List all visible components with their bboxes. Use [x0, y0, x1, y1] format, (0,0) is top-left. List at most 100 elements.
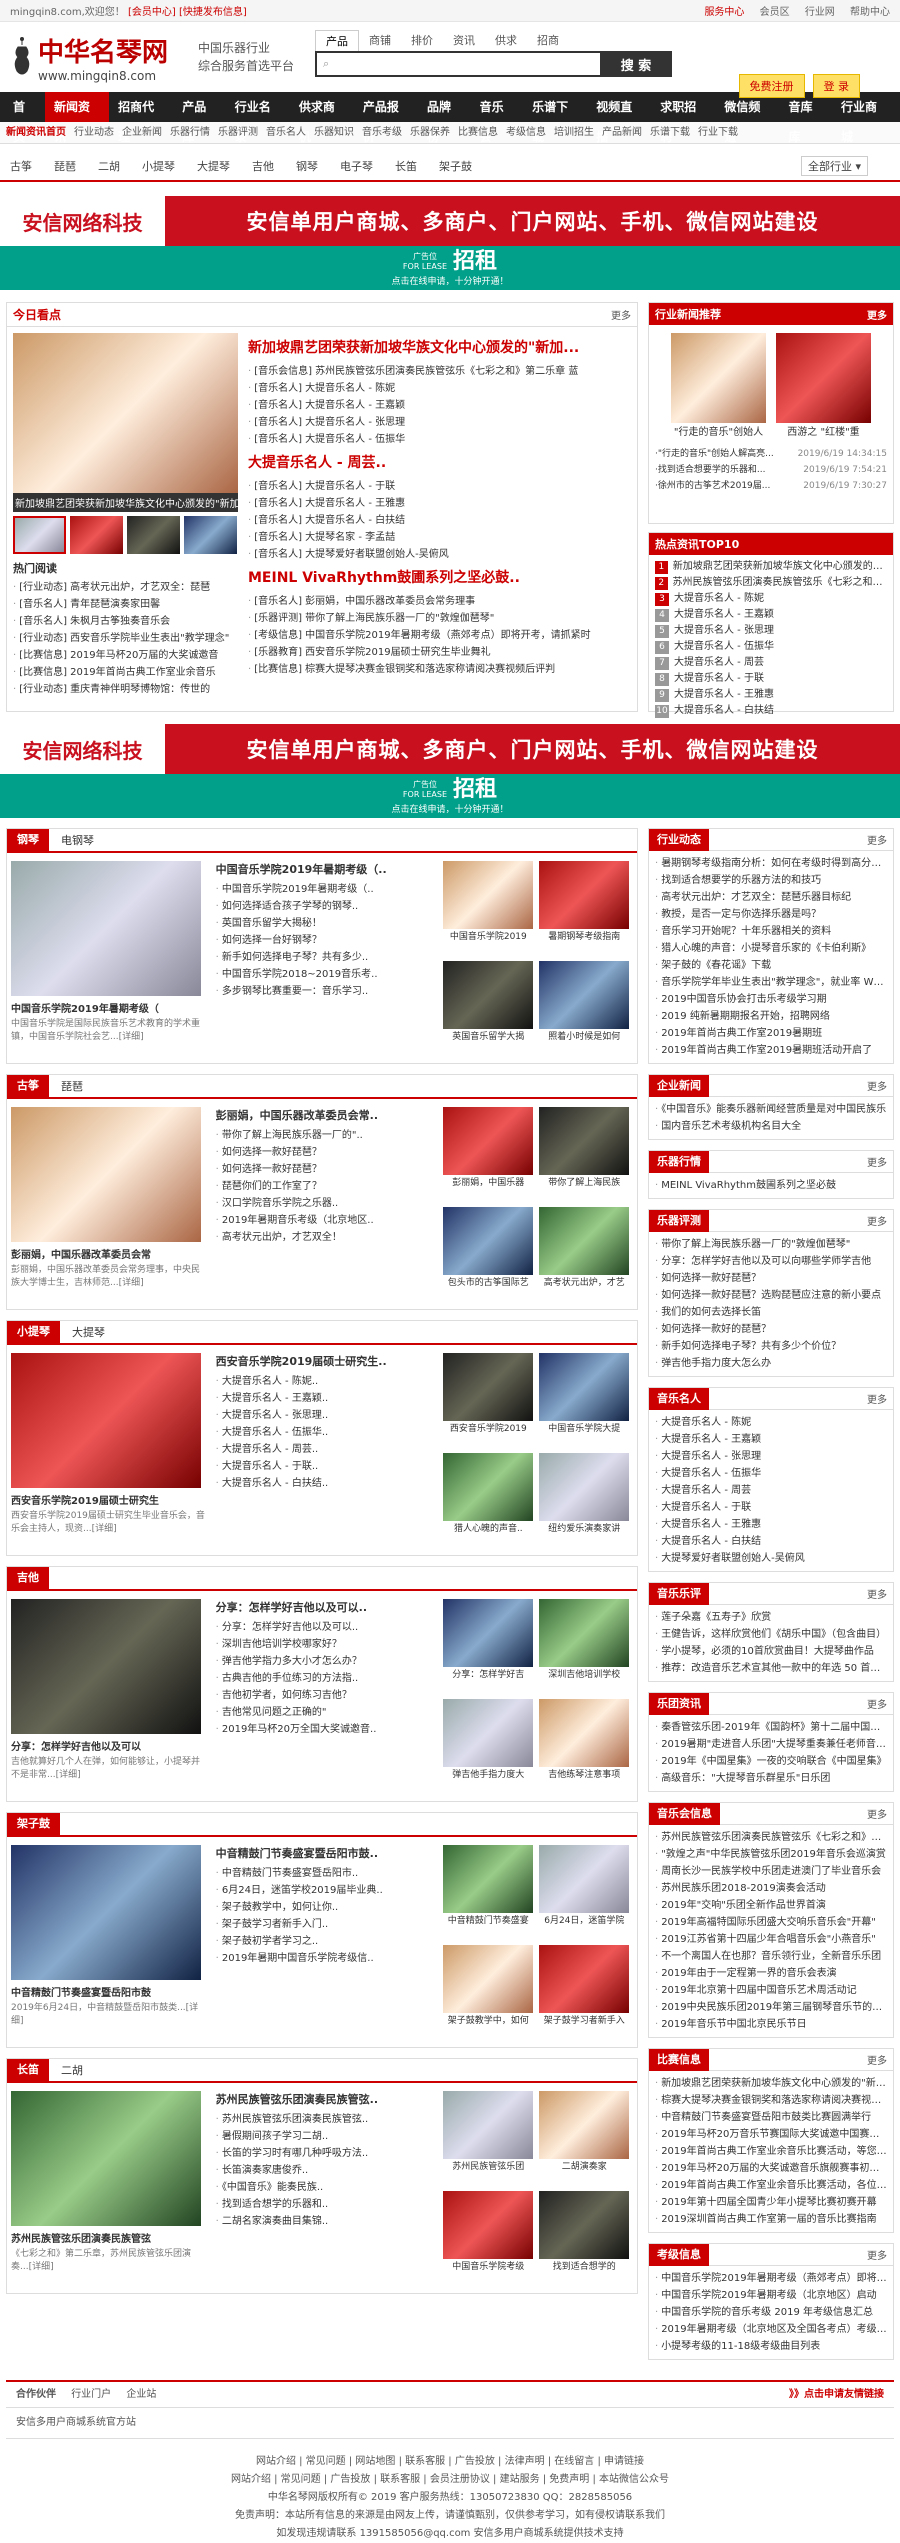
list-item[interactable]: 高考状元出炉，才艺双全！ [216, 1229, 436, 1246]
list-item[interactable]: 暑期钢琴考级指南分析：如何在考级时得到高分，考前 [655, 855, 887, 872]
list-item[interactable]: 弹吉他手指力度大怎么办 [655, 1355, 887, 1372]
list-item[interactable]: 带你了解上海民族乐器一厂的".. [216, 1127, 436, 1144]
list-item[interactable]: [音乐名人] 大提音乐名人 - 王雅惠 [248, 495, 631, 512]
list-item[interactable]: 吉他初学者，如何练习吉他？ [216, 1687, 436, 1704]
list-item[interactable]: 王健告诉，这样欣赏他们《胡乐中国》（包含曲目） [655, 1626, 887, 1643]
channel-headline[interactable]: 西安音乐学院2019届硕士研究生.. [216, 1353, 436, 1369]
list-item[interactable]: 中国音乐学院的音乐考级 2019 年考级信息汇总 [655, 2304, 887, 2321]
channel-thumb[interactable]: 吉他练琴注意事项 [539, 1699, 630, 1793]
list-item[interactable]: [音乐名人] 大提音乐名人 - 王嘉颖 [248, 397, 631, 414]
list-item[interactable]: 2019年暑期音乐考级（北京地区.. [216, 1212, 436, 1229]
list-item[interactable]: 架子鼓教学中，如何让你.. [216, 1899, 436, 1916]
list-item[interactable]: 不一个离国人在也那？音乐领行业，全新音乐乐团 [655, 1948, 887, 1965]
list-item[interactable]: 2019江苏省第十四届少年合唱音乐会"小燕音乐" [655, 1931, 887, 1948]
list-item[interactable]: 2019年首尚古典工作室业余音乐比赛活动，等您来参加 [655, 2143, 887, 2160]
nav-item[interactable]: 乐谱下载 [523, 92, 587, 144]
list-item[interactable]: "敦煌之声"中华民族管弦乐团2019年音乐会巡演赏 [655, 1846, 887, 1863]
side-box-more-link[interactable]: 更多 [867, 1213, 887, 1228]
login-button[interactable]: 登 录 [812, 74, 860, 98]
list-item[interactable]: 如何选择一款好琵琶？ [216, 1144, 436, 1161]
channel-thumb[interactable]: 中国音乐学院2019 [443, 861, 534, 955]
list-item[interactable]: 大提音乐名人 - 白扶结.. [216, 1475, 436, 1492]
today-main-caption[interactable]: 新加坡鼎艺团荣获新加坡华族文化中心颁发的"新加 [13, 493, 238, 512]
list-item[interactable]: 古典吉他的手位练习的方法指.. [216, 1670, 436, 1687]
channel-thumb[interactable]: 高考状元出炉，才艺 [539, 1207, 630, 1301]
help-link[interactable]: 帮助中心 [850, 7, 890, 18]
list-item[interactable]: 中音精鼓门节奏盛宴暨岳阳市.. [216, 1865, 436, 1882]
list-item[interactable]: [比赛信息] 棕赛大提琴决赛金银铜奖和落选家称请阅决赛视频后评判 [248, 661, 631, 678]
list-item[interactable]: 英国音乐留学大揭秘！ [216, 915, 436, 932]
list-item[interactable]: 国内音乐艺术考级机构名目大全 [655, 1118, 887, 1135]
side-box-more-link[interactable]: 更多 [867, 832, 887, 847]
recommend-item[interactable]: ·找到适合想要学的乐器和... 2019/6/19 7:54:21 [655, 462, 887, 478]
recommend-more-link[interactable]: 更多 [867, 307, 887, 322]
channel-headline[interactable]: 彭丽娟，中国乐器改革委员会常.. [216, 1107, 436, 1123]
top10-item[interactable]: 9 大提音乐名人 - 王雅惠 [655, 687, 887, 703]
channel-thumb[interactable]: 深圳吉他培训学校 [539, 1599, 630, 1693]
list-item[interactable]: 多步钢琴比赛重要一：音乐学习.. [216, 983, 436, 1000]
category-item[interactable]: 吉他 [252, 158, 274, 174]
channel-thumb[interactable]: 中国音乐学院大提 [539, 1353, 630, 1447]
list-item[interactable]: 长笛的学习时有哪几种呼吸方法.. [216, 2145, 436, 2162]
list-item[interactable]: 弹吉他学指力多大小才怎么办？ [216, 1653, 436, 1670]
list-item[interactable]: 架子鼓初学者学习之.. [216, 1933, 436, 1950]
list-item[interactable]: 大提音乐名人 - 伍振华 [655, 1465, 887, 1482]
channel-tab[interactable]: 古筝 [7, 1075, 49, 1097]
channel-tab[interactable]: 吉他 [7, 1567, 49, 1589]
channel-thumb[interactable]: 纽约爱乐演奏家讲 [539, 1453, 630, 1547]
list-item[interactable]: 2019年《中国星集》一夜的交响联合《中国星集》 [655, 1753, 887, 1770]
list-item[interactable]: 如何选择适合孩子学琴的钢琴.. [216, 898, 436, 915]
list-item[interactable]: [行业动态] 高考状元出炉，才艺双全：琵琶 [13, 579, 238, 596]
channel-headline[interactable]: 苏州民族管弦乐团演奏民族管弦.. [216, 2091, 436, 2107]
list-item[interactable]: 中国音乐学院2019年暑期考级（.. [216, 881, 436, 898]
category-item[interactable]: 钢琴 [296, 158, 318, 174]
list-item[interactable]: 如何选择一款好琵琶？ [655, 1270, 887, 1287]
channel-thumb[interactable]: 暑期钢琴考级指南 [539, 861, 630, 955]
list-item[interactable]: 中音精鼓门节奏盛宴暨岳阳市鼓类比赛圆满举行 [655, 2109, 887, 2126]
channel-main-caption[interactable]: 彭丽娟，中国乐器改革委员会常 [11, 1246, 206, 1261]
list-item[interactable]: 2019年北京第十四届中国音乐艺术周活动记 [655, 1982, 887, 1999]
top10-item[interactable]: 7 大提音乐名人 - 周芸 [655, 655, 887, 671]
channel-tab[interactable]: 二胡 [61, 2062, 83, 2078]
side-box-more-link[interactable]: 更多 [867, 1696, 887, 1711]
nav-item[interactable]: 招商代理 [109, 92, 173, 144]
list-item[interactable]: [乐器评测] 带你了解上海民族乐器一厂的"敦煌伽琶琴" [248, 610, 631, 627]
friend-link[interactable]: 安信多用户商城系统官方站 [6, 2408, 894, 2439]
category-item[interactable]: 电子琴 [340, 158, 373, 174]
nav-item[interactable]: 品牌榜 [418, 92, 471, 144]
top10-item[interactable]: 3 大提音乐名人 - 陈妮 [655, 591, 887, 607]
list-item[interactable]: 2019年高福特国际乐团盛大交响乐音乐会"开幕" [655, 1914, 887, 1931]
nav-item[interactable]: 求职招聘 [651, 92, 715, 144]
nav-item[interactable]: 供求商机 [290, 92, 354, 144]
top10-item[interactable]: 5 大提音乐名人 - 张思理 [655, 623, 887, 639]
nav-item[interactable]: 行业名录 [226, 92, 290, 144]
corp-tab[interactable]: 企业站 [126, 2389, 156, 2400]
side-box-more-link[interactable]: 更多 [867, 1806, 887, 1821]
channel-headline[interactable]: 分享：怎样学好吉他以及可以.. [216, 1599, 436, 1615]
list-item[interactable]: 2019年由于一定程第一界的音乐会表演 [655, 1965, 887, 1982]
list-item[interactable]: 2019年首尚古典工作室业余音乐比赛活动，各位朋友 [655, 2177, 887, 2194]
today-thumb[interactable] [127, 516, 180, 554]
channel-tab[interactable]: 长笛 [7, 2059, 49, 2081]
list-item[interactable]: 找到适合想学的乐器和.. [216, 2196, 436, 2213]
today-headline[interactable]: MEINL VivaRhythm鼓圃系列之坚必鼓.. [248, 567, 631, 587]
today-more-link[interactable]: 更多 [611, 307, 631, 322]
list-item[interactable]: 《中国音乐》能奏民族.. [216, 2179, 436, 2196]
list-item[interactable]: 秦香管弦乐团-2019年《国韵杯》第十二届中国国际艺术 [655, 1719, 887, 1736]
list-item[interactable]: 大提音乐名人 - 王嘉颖.. [216, 1390, 436, 1407]
search-tab-invest[interactable]: 招商 [527, 30, 569, 51]
channel-main-image[interactable] [11, 1845, 201, 1980]
recommend-item[interactable]: ·徐州市的古筝艺术2019届... 2019/6/19 7:30:27 [655, 478, 887, 494]
side-box-more-link[interactable]: 更多 [867, 1391, 887, 1406]
side-box-more-link[interactable]: 更多 [867, 2052, 887, 2067]
subnav-item[interactable]: 乐器知识 [314, 127, 354, 138]
list-item[interactable]: 学小提琴，必须的10首欣赏曲目！大提琴曲作品 [655, 1643, 887, 1660]
list-item[interactable]: 音乐学习开始呢？十年乐器相关的资料 [655, 923, 887, 940]
channel-tab[interactable]: 琵琶 [61, 1078, 83, 1094]
channel-main-caption[interactable]: 苏州民族管弦乐团演奏民族管弦 [11, 2230, 206, 2245]
service-link[interactable]: 服务中心 [704, 7, 744, 18]
footer-links-row[interactable]: 网站介绍 | 常见问题 | 网站地图 | 联系客服 | 广告投放 | 法律声明 … [6, 2453, 894, 2471]
channel-main-image[interactable] [11, 1599, 201, 1734]
channel-thumb[interactable]: 中国音乐学院考级 [443, 2191, 534, 2285]
list-item[interactable]: 深圳吉他培训学校哪家好？ [216, 1636, 436, 1653]
